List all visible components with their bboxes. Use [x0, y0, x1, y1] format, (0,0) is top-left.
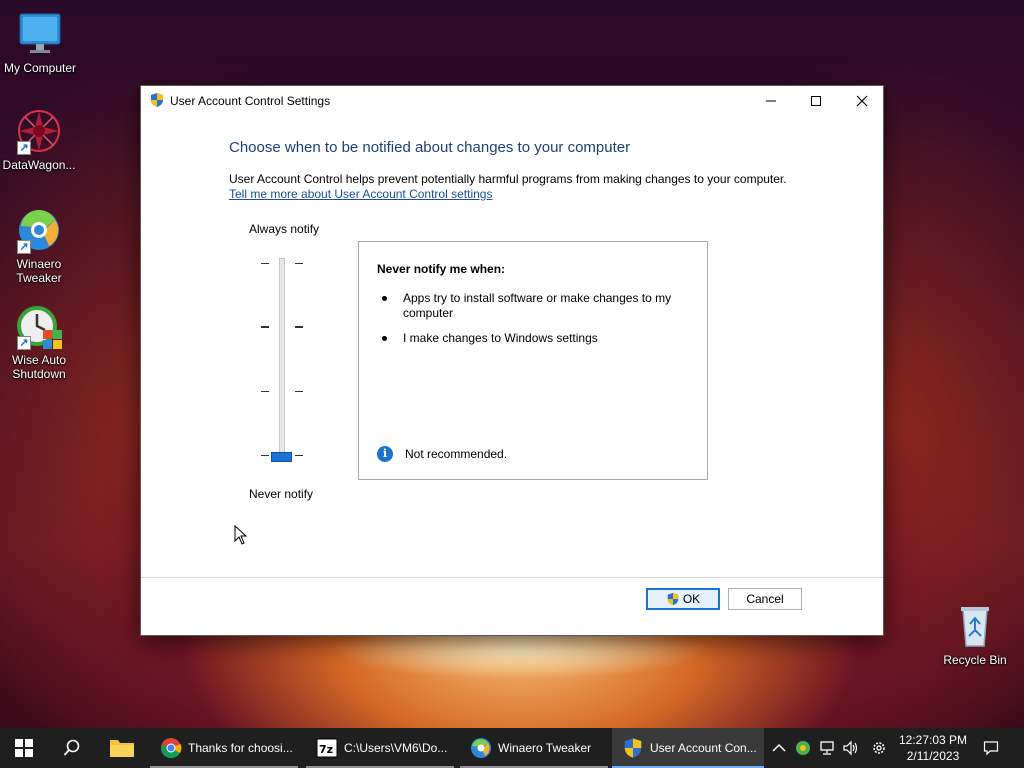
mouse-cursor-icon [234, 524, 248, 548]
settings-button[interactable] [870, 739, 888, 757]
recycle-bin-icon [951, 602, 999, 650]
info-box-title: Never notify me when: [377, 262, 506, 276]
clock-time: 12:27:03 PM [898, 733, 968, 747]
datawagon-icon: ↗ [15, 107, 63, 155]
cancel-button-label: Cancel [746, 592, 784, 606]
close-icon [856, 95, 868, 107]
start-button[interactable] [0, 728, 48, 768]
list-item: I make changes to Windows settings [377, 331, 687, 346]
uac-settings-window: User Account Control Settings Choose whe… [140, 85, 884, 636]
file-explorer-button[interactable] [98, 728, 146, 768]
clock-date: 2/11/2023 [906, 749, 960, 763]
uac-shield-icon [149, 92, 165, 108]
taskbar-app-7zip[interactable]: 7z C:\Users\VM6\Do... [306, 728, 454, 768]
slider-track[interactable] [279, 258, 285, 458]
monitor-icon [16, 10, 64, 58]
slider-tick [261, 263, 269, 264]
slider-top-label: Always notify [249, 222, 320, 236]
shortcut-arrow-icon: ↗ [17, 336, 31, 350]
uac-shield-icon [667, 592, 679, 606]
wise-auto-shutdown-icon: ↗ [15, 302, 63, 350]
taskbar: Thanks for choosi... 7z C:\Users\VM6\Do.… [0, 728, 1024, 768]
desktop-icon-label: My Computer [3, 61, 77, 75]
maximize-button[interactable] [793, 86, 839, 116]
slider-tick [295, 326, 303, 328]
svg-text:7z: 7z [319, 743, 333, 756]
uac-shield-icon [624, 738, 642, 758]
notification-icon [983, 741, 999, 756]
search-button[interactable] [48, 728, 96, 768]
slider-bottom-label: Never notify [249, 487, 314, 501]
tray-app-button[interactable] [794, 739, 812, 757]
title-bar[interactable]: User Account Control Settings [141, 86, 883, 116]
winaero-tweaker-icon [471, 738, 491, 758]
tray-app-icon [796, 741, 810, 755]
windows-logo-icon [15, 739, 33, 757]
desktop-icon-datawagon[interactable]: ↗ DataWagon... [0, 107, 79, 172]
level-description-box: Never notify me when: Apps try to instal… [358, 241, 708, 480]
volume-button[interactable] [842, 739, 860, 757]
desktop-icon-recycle-bin[interactable]: Recycle Bin [935, 602, 1015, 667]
list-item: Apps try to install software or make cha… [377, 291, 687, 321]
network-button[interactable] [818, 739, 836, 757]
slider-tick [261, 391, 269, 392]
slider-tick [261, 326, 269, 328]
ok-button-label: OK [682, 592, 701, 606]
maximize-icon [811, 96, 821, 106]
gear-icon [873, 742, 885, 754]
desktop-icon-wise-auto-shutdown[interactable]: ↗ Wise Auto Shutdown [0, 302, 79, 381]
taskbar-clock[interactable]: 12:27:03 PM 2/11/2023 [893, 732, 973, 764]
7zip-icon: 7z [316, 738, 338, 758]
close-button[interactable] [839, 86, 885, 116]
show-hidden-icons-button[interactable] [770, 739, 788, 757]
slider-tick [295, 455, 303, 456]
slider-tick [295, 391, 303, 392]
network-icon [820, 741, 834, 755]
footer-divider [141, 577, 883, 578]
page-heading: Choose when to be notified about changes… [229, 139, 631, 156]
chevron-up-icon [772, 743, 786, 752]
minimize-button[interactable] [748, 86, 794, 116]
notifications-button[interactable] [982, 739, 1000, 757]
description-text: User Account Control helps prevent poten… [229, 172, 787, 186]
taskbar-app-chrome[interactable]: Thanks for choosi... [150, 728, 298, 768]
desktop-icon-label: Recycle Bin [943, 653, 1007, 667]
winaero-tweaker-icon: ↗ [15, 206, 63, 254]
speaker-icon [843, 740, 858, 756]
taskbar-app-label: Thanks for choosi... [188, 741, 293, 755]
desktop-icon-label: DataWagon... [2, 158, 76, 172]
desktop-icon-label: Winaero Tweaker [16, 257, 62, 285]
taskbar-app-uac-settings[interactable]: User Account Con... [612, 728, 764, 768]
taskbar-app-winaero-tweaker[interactable]: Winaero Tweaker [460, 728, 608, 768]
folder-icon [110, 740, 134, 757]
desktop-icon-winaero-tweaker[interactable]: ↗ Winaero Tweaker [0, 206, 79, 285]
cancel-button[interactable]: Cancel [728, 588, 802, 610]
recommendation-note: Not recommended. [405, 447, 508, 461]
info-bullet-list: Apps try to install software or make cha… [377, 291, 687, 356]
window-title: User Account Control Settings [170, 94, 331, 108]
desktop-icon-my-computer[interactable]: My Computer [0, 10, 80, 75]
shortcut-arrow-icon: ↗ [17, 141, 31, 155]
slider-tick [261, 455, 269, 456]
taskbar-app-label: Winaero Tweaker [498, 741, 592, 755]
learn-more-link[interactable]: Tell me more about User Account Control … [229, 187, 492, 201]
minimize-icon [766, 100, 776, 102]
search-icon [63, 739, 80, 756]
ok-button[interactable]: OK [646, 588, 720, 610]
chrome-icon [161, 738, 182, 759]
slider-tick [295, 263, 303, 264]
slider-thumb[interactable] [271, 452, 292, 462]
taskbar-app-label: C:\Users\VM6\Do... [344, 741, 448, 755]
taskbar-app-label: User Account Con... [650, 741, 757, 755]
info-icon: i [377, 446, 393, 462]
shortcut-arrow-icon: ↗ [17, 240, 31, 254]
desktop-icon-label: Wise Auto Shutdown [11, 353, 67, 381]
